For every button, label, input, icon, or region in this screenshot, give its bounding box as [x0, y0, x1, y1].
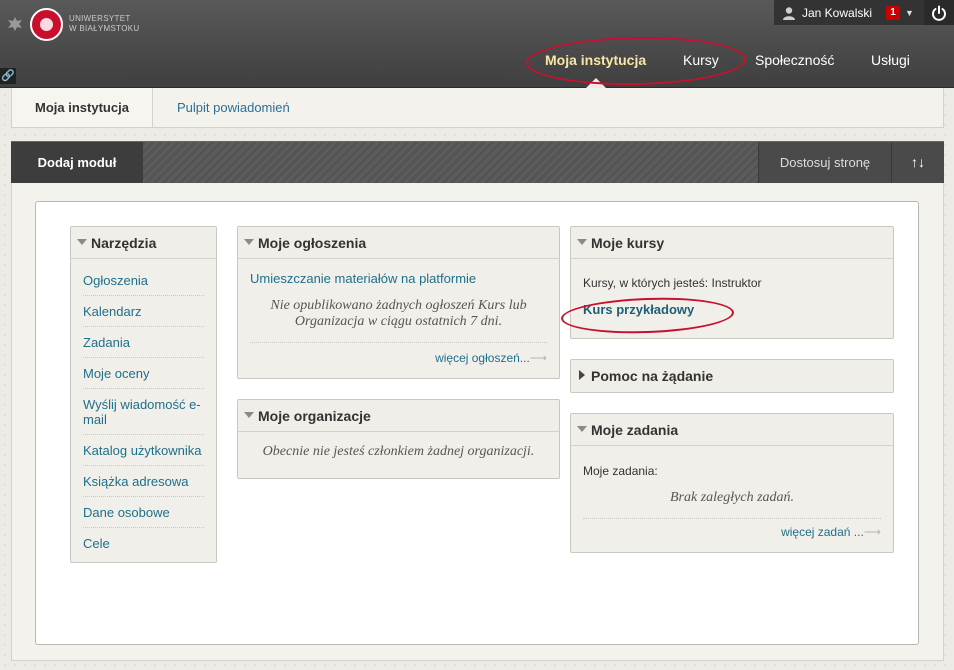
tasks-module: Moje zadania Moje zadania: Brak zaległyc… [570, 413, 894, 553]
sort-arrows-icon[interactable]: ↑↓ [891, 142, 944, 183]
announcements-body: Umieszczanie materiałów na platformie Ni… [238, 259, 559, 375]
notification-badge[interactable]: 1 [886, 5, 901, 20]
top-header: UNIWERSYTET W BIAŁYMSTOKU Jan Kowalski 1… [0, 0, 954, 88]
logo-line-2: W BIAŁYMSTOKU [69, 24, 140, 33]
arrow-right-icon: ⟶ [529, 351, 547, 365]
more-tasks-link[interactable]: więcej zadań ...⟶ [583, 525, 881, 539]
tool-link-cele[interactable]: Cele [83, 528, 204, 558]
organizations-module: Moje organizacje Obecnie nie jesteś czło… [237, 399, 560, 479]
tool-link-ksiazka-adresowa[interactable]: Książka adresowa [83, 466, 204, 497]
courses-module: Moje kursy Kursy, w których jesteś: Inst… [570, 226, 894, 339]
tool-link-dane-osobowe[interactable]: Dane osobowe [83, 497, 204, 528]
logo-text: UNIWERSYTET W BIAŁYMSTOKU [69, 14, 139, 34]
logo-line-1: UNIWERSYTET [69, 14, 131, 23]
tool-link-kalendarz[interactable]: Kalendarz [83, 296, 204, 327]
tool-link-ogloszenia[interactable]: Ogłoszenia [83, 265, 204, 296]
divider [583, 518, 881, 519]
arrow-right-icon: ⟶ [863, 525, 881, 539]
help-module-title: Pomoc na żądanie [591, 368, 714, 384]
tool-link-moje-oceny[interactable]: Moje oceny [83, 358, 204, 389]
help-module: Pomoc na żądanie [570, 359, 894, 393]
collapse-triangle-icon[interactable] [244, 239, 254, 245]
power-icon [932, 5, 946, 21]
expand-triangle-icon[interactable] [579, 370, 585, 380]
nav-tab-kursy[interactable]: Kursy [683, 44, 719, 76]
announcements-module-title: Moje ogłoszenia [258, 235, 367, 251]
courses-body: Kursy, w których jesteś: Instruktor Kurs… [571, 259, 893, 327]
add-module-button[interactable]: Dodaj moduł [11, 142, 143, 183]
announcements-module-header[interactable]: Moje ogłoszenia [238, 227, 559, 259]
eagle-emblem-icon [8, 17, 22, 31]
subtab-pulpit-powiadomien[interactable]: Pulpit powiadomień [177, 88, 290, 127]
tools-list: Ogłoszenia Kalendarz Zadania Moje oceny … [71, 259, 216, 558]
logout-button[interactable] [924, 0, 954, 25]
tasks-label: Moje zadania: [583, 464, 658, 478]
nav-tab-uslugi[interactable]: Usługi [871, 44, 910, 76]
more-announcements-label[interactable]: więcej ogłoszeń... [435, 351, 530, 365]
tasks-empty-note: Brak zaległych zadań. [669, 490, 795, 505]
tasks-body: Moje zadania: Brak zaległych zadań. więc… [571, 446, 893, 549]
tasks-module-title: Moje zadania [591, 422, 679, 438]
user-name[interactable]: Jan Kowalski [802, 6, 872, 20]
tool-link-wyslij-wiadomosc[interactable]: Wyślij wiadomość e-mail [83, 389, 204, 435]
divider [250, 342, 547, 343]
tools-module-title: Narzędzia [91, 235, 157, 251]
nav-tab-spolecznosc[interactable]: Społeczność [755, 44, 834, 76]
course-link-kurs-przykladowy[interactable]: Kurs przykładowy [583, 302, 881, 317]
active-tab-pointer [586, 78, 606, 88]
tools-module-header[interactable]: Narzędzia [71, 227, 216, 259]
help-module-header[interactable]: Pomoc na żądanie [571, 360, 893, 392]
courses-module-title: Moje kursy [591, 235, 665, 251]
user-menu[interactable]: Jan Kowalski 1 ▼ [774, 0, 924, 25]
main-navigation: Moja instytucja Kursy Społeczność Usługi [0, 44, 954, 76]
tool-link-katalog-uzytkownika[interactable]: Katalog użytkownika [83, 435, 204, 466]
subtab-moja-instytucja[interactable]: Moja instytucja [12, 88, 153, 127]
university-seal-icon [30, 7, 63, 41]
courses-role-text: Kursy, w których jesteś: Instruktor [583, 276, 762, 290]
collapse-triangle-icon[interactable] [577, 239, 587, 245]
sub-tabs: Moja instytucja Pulpit powiadomień [11, 88, 944, 128]
courses-module-header[interactable]: Moje kursy [571, 227, 893, 259]
customize-page-button[interactable]: Dostosuj stronę [758, 142, 891, 183]
more-tasks-label[interactable]: więcej zadań ... [781, 525, 864, 539]
chevron-down-icon[interactable]: ▼ [905, 8, 914, 18]
user-icon [783, 6, 795, 20]
collapse-triangle-icon[interactable] [577, 426, 587, 432]
collapse-triangle-icon[interactable] [77, 239, 87, 245]
more-announcements-link[interactable]: więcej ogłoszeń...⟶ [250, 351, 547, 365]
tasks-module-header[interactable]: Moje zadania [571, 414, 893, 446]
nav-tab-moja-instytucja[interactable]: Moja instytucja [545, 44, 646, 76]
organizations-body: Obecnie nie jesteś członkiem żadnej orga… [238, 432, 559, 470]
announcements-module: Moje ogłoszenia Umieszczanie materiałów … [237, 226, 560, 379]
organizations-empty-note: Obecnie nie jesteś członkiem żadnej orga… [262, 444, 535, 459]
tools-module: Narzędzia Ogłoszenia Kalendarz Zadania M… [70, 226, 217, 563]
announcement-link[interactable]: Umieszczanie materiałów na platformie [250, 271, 547, 286]
organizations-module-header[interactable]: Moje organizacje [238, 400, 559, 432]
organizations-module-title: Moje organizacje [258, 408, 371, 424]
university-logo[interactable]: UNIWERSYTET W BIAŁYMSTOKU [6, 6, 139, 42]
tool-link-zadania[interactable]: Zadania [83, 327, 204, 358]
module-toolbar: Dodaj moduł Dostosuj stronę ↑↓ [11, 141, 944, 183]
collapse-triangle-icon[interactable] [244, 412, 254, 418]
announcements-empty-note: Nie opublikowano żadnych ogłoszeń Kurs l… [270, 298, 527, 329]
